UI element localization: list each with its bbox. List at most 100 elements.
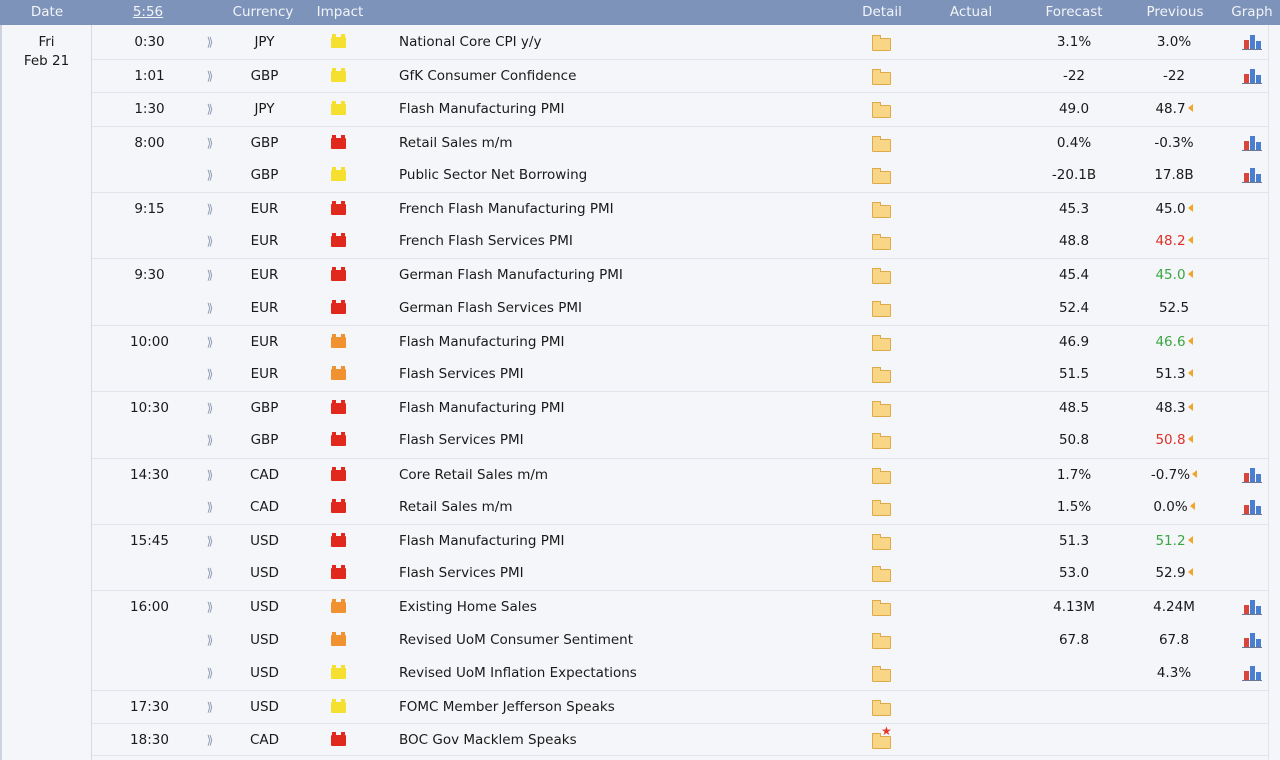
event-name[interactable]: Flash Services PMI bbox=[399, 358, 839, 391]
graph-cell[interactable] bbox=[1242, 657, 1262, 690]
detail-cell[interactable] bbox=[872, 292, 891, 325]
bar-chart-icon[interactable] bbox=[1242, 599, 1262, 616]
event-name[interactable]: German Flash Manufacturing PMI bbox=[399, 259, 839, 292]
folder-icon[interactable] bbox=[872, 401, 891, 418]
folder-icon[interactable] bbox=[872, 268, 891, 285]
detail-cell[interactable] bbox=[872, 392, 891, 425]
graph-cell[interactable] bbox=[1242, 127, 1262, 160]
folder-icon[interactable] bbox=[872, 534, 891, 550]
bar-chart-icon[interactable] bbox=[1242, 167, 1262, 183]
revision-arrow-icon[interactable]: ⟫ bbox=[203, 93, 217, 126]
table-row[interactable]: ⟫ EUR German Flash Services PMI 52.4 52.5 bbox=[92, 292, 1268, 325]
folder-icon[interactable]: ★ bbox=[872, 725, 892, 750]
folder-icon[interactable] bbox=[872, 102, 891, 119]
revision-arrow-icon[interactable]: ⟫ bbox=[203, 292, 217, 325]
table-row[interactable]: 15:45 ⟫ USD Flash Manufacturing PMI 51.3 51.2 bbox=[92, 524, 1268, 558]
event-name[interactable]: Retail Sales m/m bbox=[399, 127, 839, 160]
detail-cell[interactable] bbox=[872, 193, 891, 226]
bar-chart-icon[interactable] bbox=[1242, 467, 1262, 483]
detail-cell[interactable] bbox=[872, 259, 891, 292]
revision-arrow-icon[interactable]: ⟫ bbox=[203, 193, 217, 226]
header-currency[interactable]: Currency bbox=[225, 0, 301, 25]
folder-icon[interactable] bbox=[872, 202, 891, 218]
revision-arrow-icon[interactable] bbox=[1189, 501, 1195, 510]
detail-cell[interactable] bbox=[872, 557, 891, 590]
event-name[interactable]: German Flash Services PMI bbox=[399, 292, 839, 325]
event-name[interactable]: Flash Manufacturing PMI bbox=[399, 326, 839, 359]
table-row[interactable]: 16:00 ⟫ USD Existing Home Sales 4.13M 4.24M bbox=[92, 590, 1268, 624]
revision-arrow-icon[interactable] bbox=[1187, 270, 1193, 279]
revision-arrow-icon[interactable] bbox=[1187, 104, 1193, 113]
event-name[interactable]: French Flash Services PMI bbox=[399, 225, 839, 258]
bar-chart-icon[interactable] bbox=[1242, 499, 1262, 515]
graph-cell[interactable] bbox=[1242, 26, 1262, 59]
folder-icon[interactable] bbox=[872, 167, 891, 184]
detail-cell[interactable]: ★ bbox=[872, 724, 892, 757]
revision-arrow-icon[interactable]: ⟫ bbox=[203, 392, 217, 425]
detail-cell[interactable] bbox=[872, 691, 891, 724]
event-name[interactable]: FOMC Member Jefferson Speaks bbox=[399, 691, 839, 724]
detail-cell[interactable] bbox=[872, 326, 891, 359]
revision-arrow-icon[interactable] bbox=[1187, 369, 1193, 377]
event-name[interactable]: Core Retail Sales m/m bbox=[399, 459, 839, 492]
detail-cell[interactable] bbox=[872, 60, 891, 93]
header-time[interactable]: 5:56 bbox=[120, 0, 176, 25]
table-row[interactable]: ⟫ USD Flash Services PMI 53.0 52.9 bbox=[92, 557, 1268, 590]
folder-icon[interactable] bbox=[872, 334, 891, 351]
revision-arrow-icon[interactable]: ⟫ bbox=[203, 624, 217, 657]
revision-arrow-icon[interactable]: ⟫ bbox=[203, 358, 217, 391]
event-name[interactable]: Flash Manufacturing PMI bbox=[399, 392, 839, 425]
event-name[interactable]: Revised UoM Inflation Expectations bbox=[399, 657, 839, 690]
folder-icon[interactable] bbox=[872, 300, 891, 317]
bar-chart-icon[interactable] bbox=[1242, 34, 1262, 50]
table-row[interactable]: 1:30 ⟫ JPY Flash Manufacturing PMI 49.0 48.7 bbox=[92, 92, 1268, 126]
detail-cell[interactable] bbox=[872, 225, 891, 258]
bar-chart-icon[interactable] bbox=[1242, 632, 1262, 648]
folder-icon[interactable] bbox=[872, 665, 891, 682]
folder-icon[interactable] bbox=[872, 234, 891, 251]
folder-icon[interactable] bbox=[872, 600, 891, 617]
detail-cell[interactable] bbox=[872, 127, 891, 160]
folder-icon[interactable] bbox=[872, 35, 891, 51]
revision-arrow-icon[interactable]: ⟫ bbox=[203, 326, 217, 359]
folder-icon[interactable] bbox=[872, 632, 891, 649]
table-row[interactable]: 0:30 ⟫ JPY National Core CPI y/y 3.1% 3.0% bbox=[92, 26, 1268, 59]
revision-arrow-icon[interactable] bbox=[1187, 336, 1193, 345]
table-row[interactable]: 9:15 ⟫ EUR French Flash Manufacturing PMI 45… bbox=[92, 192, 1268, 226]
revision-arrow-icon[interactable]: ⟫ bbox=[203, 60, 217, 93]
revision-arrow-icon[interactable] bbox=[1192, 469, 1198, 478]
detail-cell[interactable] bbox=[872, 159, 891, 192]
table-row[interactable]: ⟫ EUR Flash Services PMI 51.5 51.3 bbox=[92, 358, 1268, 391]
folder-icon[interactable] bbox=[872, 135, 891, 152]
detail-cell[interactable] bbox=[872, 358, 891, 391]
detail-cell[interactable] bbox=[872, 657, 891, 690]
event-name[interactable]: Flash Manufacturing PMI bbox=[399, 93, 839, 126]
revision-arrow-icon[interactable]: ⟫ bbox=[203, 591, 217, 624]
folder-icon[interactable] bbox=[872, 367, 891, 383]
revision-arrow-icon[interactable]: ⟫ bbox=[203, 525, 217, 558]
graph-cell[interactable] bbox=[1242, 459, 1262, 492]
detail-cell[interactable] bbox=[872, 591, 891, 624]
revision-arrow-icon[interactable]: ⟫ bbox=[203, 225, 217, 258]
revision-arrow-icon[interactable]: ⟫ bbox=[203, 724, 217, 757]
revision-arrow-icon[interactable] bbox=[1187, 204, 1193, 212]
graph-cell[interactable] bbox=[1242, 591, 1262, 624]
table-row[interactable]: 8:00 ⟫ GBP Retail Sales m/m 0.4% -0.3% bbox=[92, 125, 1268, 160]
bar-chart-icon[interactable] bbox=[1242, 135, 1262, 151]
revision-arrow-icon[interactable] bbox=[1187, 568, 1193, 577]
table-row[interactable]: ⟫ CAD Retail Sales m/m 1.5% 0.0% bbox=[92, 491, 1268, 524]
revision-arrow-icon[interactable] bbox=[1187, 536, 1193, 544]
bar-chart-icon[interactable] bbox=[1242, 68, 1262, 85]
event-name[interactable]: Public Sector Net Borrowing bbox=[399, 159, 839, 192]
table-row[interactable]: 10:30 ⟫ GBP Flash Manufacturing PMI 48.5 48.3 bbox=[92, 391, 1268, 425]
graph-cell[interactable] bbox=[1242, 60, 1262, 93]
event-name[interactable]: Flash Manufacturing PMI bbox=[399, 525, 839, 558]
revision-arrow-icon[interactable]: ⟫ bbox=[203, 491, 217, 524]
folder-icon[interactable] bbox=[872, 467, 891, 484]
folder-icon[interactable] bbox=[872, 499, 891, 516]
table-row[interactable]: ⟫ GBP Public Sector Net Borrowing -20.1B 17.… bbox=[92, 159, 1268, 192]
header-impact[interactable]: Impact bbox=[306, 0, 374, 25]
bar-chart-icon[interactable] bbox=[1242, 665, 1262, 681]
folder-icon[interactable] bbox=[872, 433, 891, 450]
detail-cell[interactable] bbox=[872, 459, 891, 492]
